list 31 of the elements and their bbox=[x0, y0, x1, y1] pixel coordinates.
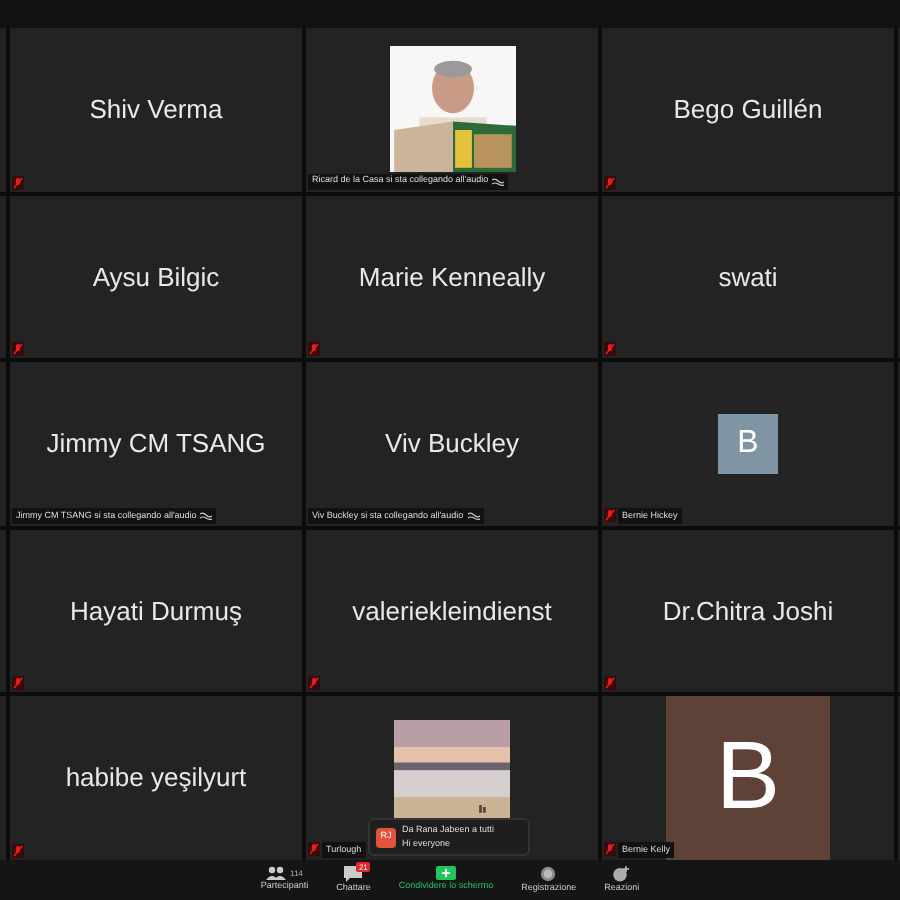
smiley-icon bbox=[612, 865, 631, 882]
connecting-icon bbox=[492, 177, 505, 186]
participant-name: Bego Guillén bbox=[673, 92, 823, 129]
muted-mic-icon bbox=[12, 676, 24, 691]
participant-name: Hayati Durmuş bbox=[70, 593, 242, 630]
muted-mic-icon bbox=[604, 508, 616, 523]
participant-name: habibe yeşilyurt bbox=[65, 760, 247, 797]
muted-mic-icon bbox=[604, 342, 616, 357]
connecting-icon bbox=[200, 511, 213, 520]
muted-mic-icon bbox=[12, 342, 24, 357]
participant-name: Viv Buckley bbox=[385, 426, 519, 463]
participant-name: valeriekleindienst bbox=[352, 593, 552, 630]
muted-mic-icon bbox=[12, 175, 24, 190]
muted-mic-icon bbox=[604, 175, 616, 190]
muted-mic-icon bbox=[308, 342, 320, 357]
participant-name: Aysu Bilgic bbox=[92, 259, 220, 296]
connecting-icon bbox=[467, 511, 480, 520]
participant-name: Marie Kenneally bbox=[358, 259, 546, 296]
participant-name: Dr.Chitra Joshi bbox=[662, 593, 834, 630]
avatar: B bbox=[718, 413, 778, 474]
muted-mic-icon bbox=[604, 676, 616, 691]
participant-name: Shiv Verma bbox=[89, 92, 223, 129]
record-icon bbox=[540, 865, 557, 882]
muted-mic-icon bbox=[308, 676, 320, 691]
people-icon bbox=[266, 866, 287, 881]
participant-name: swati bbox=[718, 259, 778, 296]
share-screen-icon bbox=[436, 866, 456, 881]
muted-mic-icon bbox=[308, 842, 320, 857]
muted-mic-icon bbox=[604, 842, 616, 857]
muted-mic-icon bbox=[12, 843, 24, 858]
participant-name: Jimmy CM TSANG bbox=[46, 426, 266, 463]
